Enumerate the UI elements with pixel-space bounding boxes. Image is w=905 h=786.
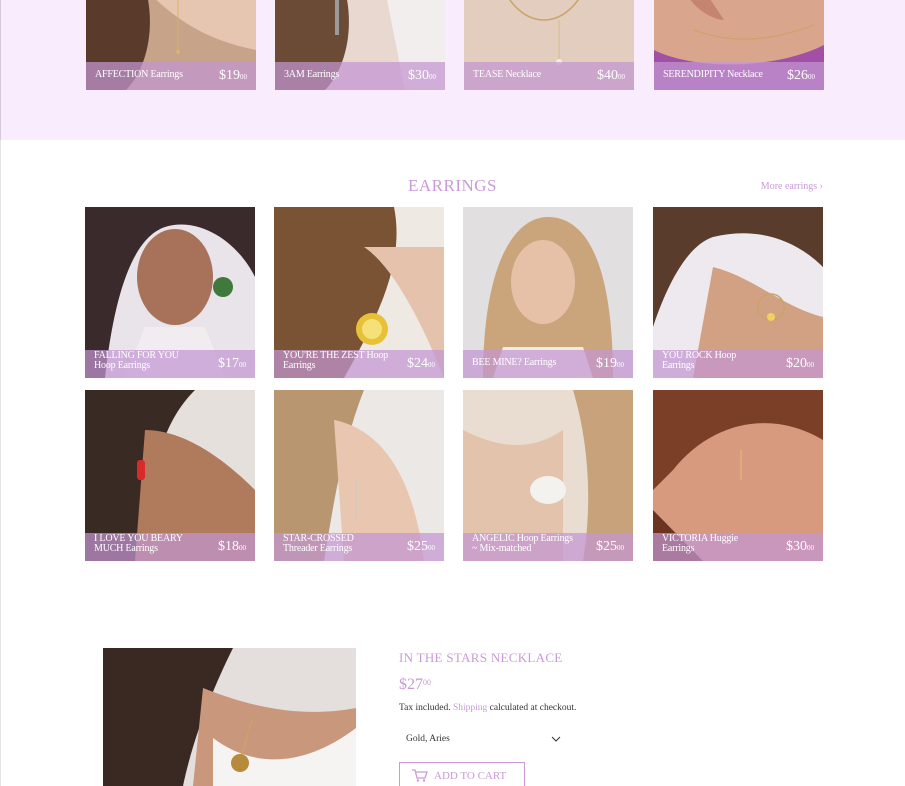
page-edge (0, 140, 1, 786)
product-name: I LOVE YOU BEARY MUCH Earrings (94, 533, 183, 554)
product-card[interactable]: STAR-CROSSED Threader Earrings $2500 (274, 390, 444, 561)
product-price: $2600 (787, 68, 815, 83)
product-name: BEE MINE? Earrings (472, 357, 557, 368)
cart-icon (412, 769, 428, 782)
product-price: $2500 (407, 539, 435, 554)
tax-note: Tax included. Shipping calculated at che… (399, 703, 576, 713)
product-name: YOU ROCK Hoop Earrings (662, 350, 737, 371)
tax-suffix: calculated at checkout. (489, 703, 577, 713)
product-name: TEASE Necklace (473, 69, 542, 80)
product-name: ANGELIC Hoop Earrings ~ Mix-matched (472, 533, 573, 554)
product-price: $4000 (597, 68, 625, 83)
more-earrings-link[interactable]: More earrings › (761, 181, 823, 192)
product-price: $2500 (596, 539, 624, 554)
product-price: $2000 (786, 356, 814, 371)
add-to-cart-label: ADD TO CART (434, 770, 507, 782)
shipping-link[interactable]: Shipping (453, 703, 487, 713)
product-card[interactable]: ANGELIC Hoop Earrings ~ Mix-matched $250… (463, 390, 633, 561)
add-to-cart-button[interactable]: ADD TO CART (399, 762, 525, 786)
featured-product-image (103, 648, 356, 786)
product-card[interactable]: FALLING FOR YOU Hoop Earrings $1700 (85, 207, 255, 378)
featured-collection-band: AFFECTION Earrings $1900 3AM Earrings $3… (0, 0, 905, 140)
product-name: SERENDIPITY Necklace (663, 69, 763, 80)
variant-value: Gold, Aries (406, 734, 450, 744)
product-name: FALLING FOR YOU Hoop Earrings (94, 350, 179, 371)
product-card[interactable]: YOU'RE THE ZEST Hoop Earrings $2400 (274, 207, 444, 378)
product-price: $1900 (219, 68, 247, 83)
product-price: $3000 (786, 539, 814, 554)
variant-select[interactable]: Gold, Aries (399, 729, 569, 751)
product-card[interactable]: BEE MINE? Earrings $1900 (463, 207, 633, 378)
product-card-affection[interactable]: AFFECTION Earrings $1900 (86, 0, 256, 90)
product-price: $3000 (408, 68, 436, 83)
product-name: AFFECTION Earrings (95, 69, 183, 80)
tax-prefix: Tax included. (399, 703, 451, 713)
product-name: VICTORIA Huggie Earrings (662, 533, 738, 554)
product-price: $1900 (596, 356, 624, 371)
product-price: $1800 (218, 539, 246, 554)
product-price: $1700 (218, 356, 246, 371)
product-name: STAR-CROSSED Threader Earrings (283, 533, 354, 554)
product-card[interactable]: VICTORIA Huggie Earrings $3000 (653, 390, 823, 561)
product-card-3am[interactable]: 3AM Earrings $3000 (275, 0, 445, 90)
product-card-serendipity[interactable]: SERENDIPITY Necklace $2600 (654, 0, 824, 90)
product-card[interactable]: YOU ROCK Hoop Earrings $2000 (653, 207, 823, 378)
product-name: YOU'RE THE ZEST Hoop Earrings (283, 350, 388, 371)
product-price: $2400 (407, 356, 435, 371)
product-title: IN THE STARS NECKLACE (399, 650, 563, 665)
chevron-down-icon (551, 736, 561, 742)
product-card[interactable]: I LOVE YOU BEARY MUCH Earrings $1800 (85, 390, 255, 561)
product-name: 3AM Earrings (284, 69, 340, 80)
product-card-tease[interactable]: TEASE Necklace $4000 (464, 0, 634, 90)
product-price: $2700 (399, 676, 431, 693)
